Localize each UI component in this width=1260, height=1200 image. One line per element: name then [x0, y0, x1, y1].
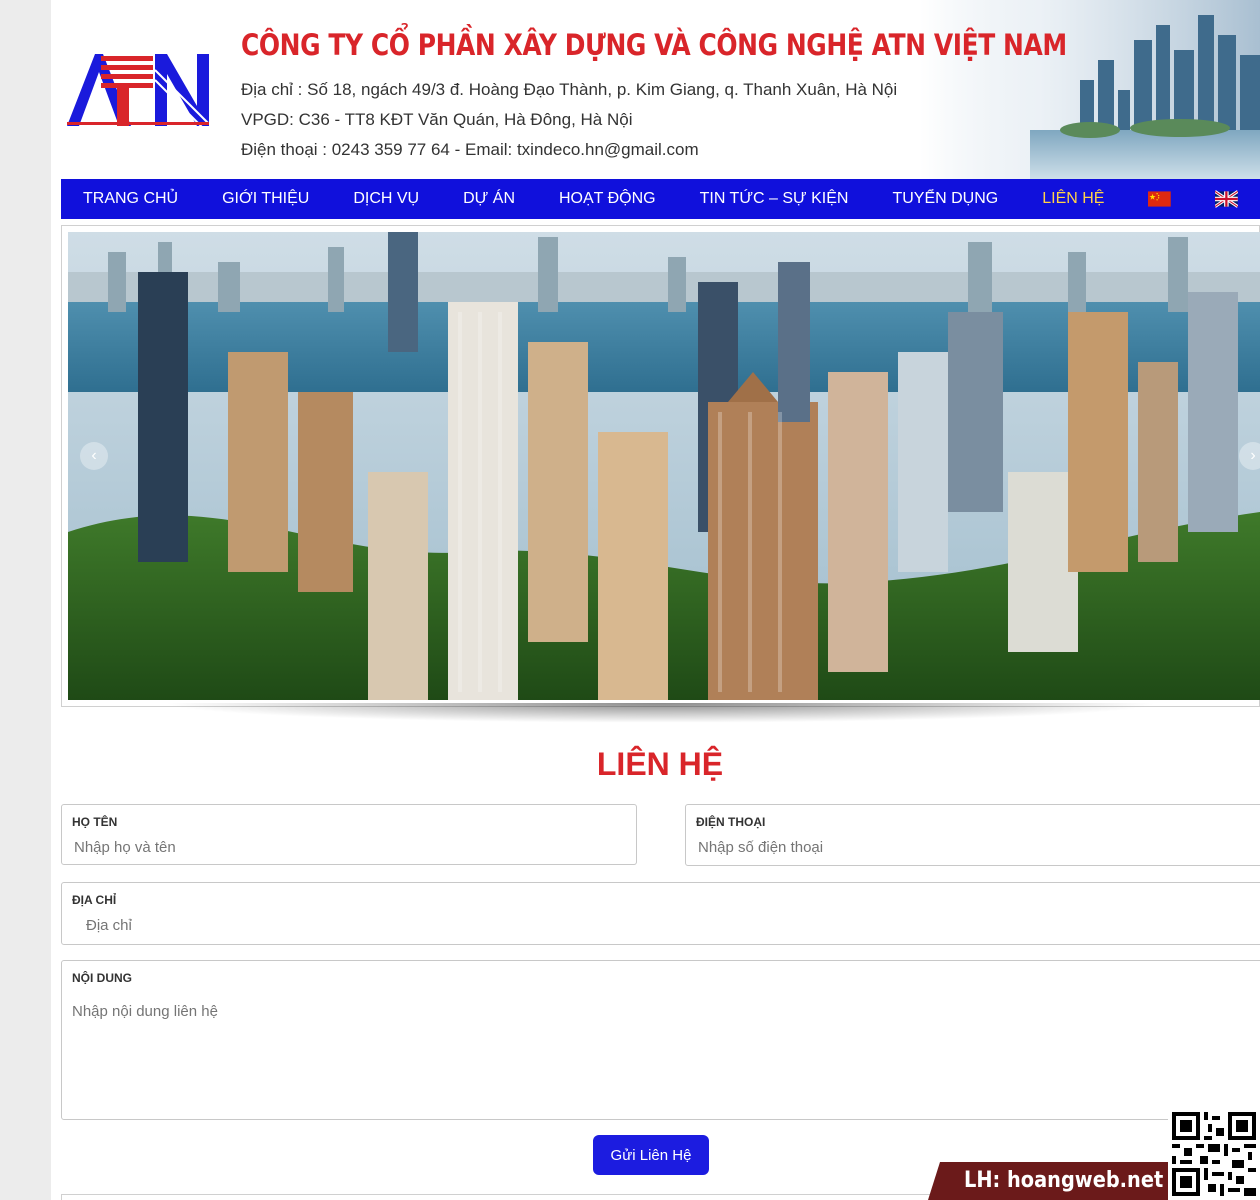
slider-next-button[interactable]: › [1239, 442, 1260, 470]
message-textarea[interactable] [72, 1003, 1154, 1093]
slider-shadow [161, 703, 1161, 723]
page: CÔNG TY CỔ PHẦN XÂY DỰNG VÀ CÔNG NGHỆ AT… [51, 0, 1260, 1200]
address-label: ĐỊA CHỈ [72, 893, 117, 907]
company-contact: Điện thoại : 0243 359 77 64 - Email: txi… [241, 140, 699, 159]
name-field: HỌ TÊN [61, 804, 637, 865]
address-field: ĐỊA CHỈ [61, 882, 1260, 945]
company-address: Địa chỉ : Số 18, ngách 49/3 đ. Hoàng Đạo… [241, 80, 898, 99]
atn-logo[interactable] [63, 50, 211, 130]
message-field: NỘI DUNG [61, 960, 1260, 1120]
nav-item-tuyen-dung[interactable]: TUYỂN DỤNG [870, 179, 1020, 219]
uk-flag-icon[interactable] [1215, 189, 1238, 209]
phone-label: ĐIỆN THOẠI [696, 815, 766, 829]
contact-title: LIÊN HỆ [596, 746, 724, 782]
site-header: CÔNG TY CỔ PHẦN XÂY DỰNG VÀ CÔNG NGHỆ AT… [51, 0, 1260, 180]
city-skyline-image [68, 232, 1260, 700]
chevron-left-icon: ‹ [91, 447, 97, 464]
watermark-text[interactable]: LH: hoangweb.net [964, 1168, 1163, 1193]
chevron-right-icon: › [1250, 447, 1256, 464]
nav-item-dich-vu[interactable]: DỊCH VỤ [331, 179, 441, 219]
slider-prev-button[interactable]: ‹ [80, 442, 108, 470]
message-label: NỘI DUNG [72, 971, 132, 985]
hero-slider[interactable]: ‹ › [61, 225, 1260, 707]
nav-item-lien-he[interactable]: LIÊN HỆ [1020, 179, 1126, 219]
name-label: HỌ TÊN [72, 815, 118, 829]
nav-item-gioi-thieu[interactable]: GIỚI THIỆU [200, 179, 331, 219]
company-office: VPGD: C36 - TT8 KĐT Văn Quán, Hà Đông, H… [241, 110, 633, 129]
qr-code-icon [1168, 1108, 1260, 1200]
nav-item-hoat-dong[interactable]: HOẠT ĐỘNG [537, 179, 678, 219]
name-input[interactable] [74, 839, 591, 856]
phone-input[interactable] [698, 839, 1219, 856]
company-name: CÔNG TY CỔ PHẦN XÂY DỰNG VÀ CÔNG NGHỆ AT… [241, 28, 1067, 62]
nav-item-trang-chu[interactable]: TRANG CHỦ [61, 179, 200, 219]
nav-item-du-an[interactable]: DỰ ÁN [441, 179, 537, 219]
china-flag-icon[interactable] [1148, 189, 1172, 209]
header-skyline-image [920, 0, 1260, 180]
address-input[interactable] [86, 917, 1168, 934]
submit-button[interactable]: Gửi Liên Hệ [593, 1135, 709, 1175]
phone-field: ĐIỆN THOẠI [685, 804, 1260, 866]
nav-item-tin-tuc[interactable]: TIN TỨC – SỰ KIỆN [678, 179, 871, 219]
main-nav: TRANG CHỦ GIỚI THIỆU DỊCH VỤ DỰ ÁN HOẠT … [61, 179, 1260, 219]
